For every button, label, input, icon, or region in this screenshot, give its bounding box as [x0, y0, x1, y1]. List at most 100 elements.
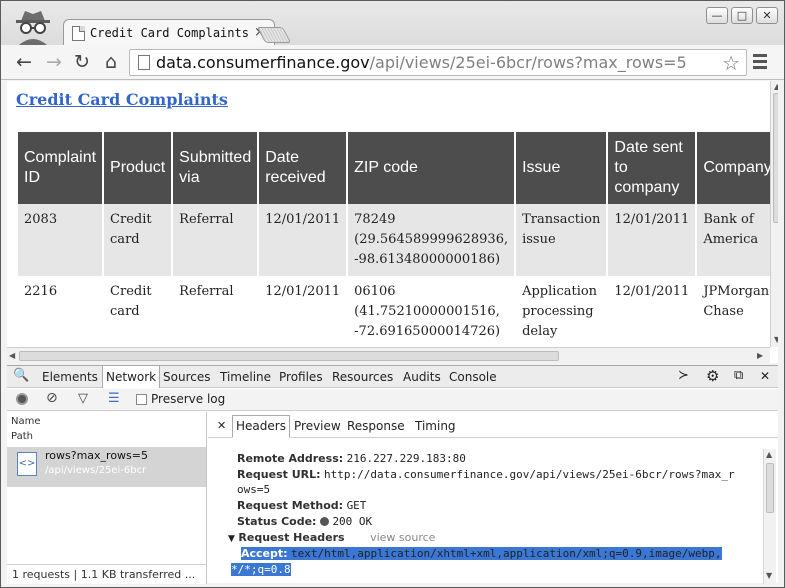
page-vertical-scrollbar[interactable]: ▲ ▼ — [770, 81, 778, 347]
url-text[interactable]: data.consumerfinance.gov/api/views/25ei-… — [156, 53, 687, 72]
page-horizontal-scrollbar[interactable]: ◀ ▶ — [7, 347, 770, 363]
menu-icon[interactable] — [753, 54, 767, 72]
column-header: Issue — [516, 132, 607, 204]
bookmark-star-icon[interactable]: ☆ — [722, 51, 740, 75]
complaints-table: Complaint ID Product Submitted via Date … — [16, 132, 778, 348]
devtools-tabbar: 🔍 Elements Network Sources Timeline Prof… — [7, 366, 778, 388]
column-header: ZIP code — [348, 132, 515, 204]
tab-profiles[interactable]: Profiles — [279, 370, 323, 384]
table-cell: 2216 — [18, 276, 103, 348]
column-header: Product — [104, 132, 172, 204]
request-details: ✕ Headers Preview Response Timing Remote… — [208, 412, 778, 584]
page-viewport: Credit Card Complaints Complaint ID Prod… — [7, 81, 778, 363]
table-cell: Credit card — [104, 204, 172, 276]
scroll-down-icon[interactable]: ▼ — [766, 571, 772, 580]
list-view-icon[interactable]: ☰ — [108, 391, 120, 406]
table-cell: Referral — [173, 276, 258, 348]
table-cell: 06106 (41.75210000001516, -72.6916500001… — [348, 276, 515, 348]
view-source-link[interactable]: view source — [370, 531, 435, 544]
tab-timeline[interactable]: Timeline — [220, 370, 271, 384]
tab-preview[interactable]: Preview — [294, 419, 341, 433]
tab-timing[interactable]: Timing — [415, 419, 456, 433]
column-header: Submitted via — [173, 132, 258, 204]
accept-header-line[interactable]: Accept: text/html,application/xhtml+xml,… — [241, 547, 722, 560]
clear-icon[interactable]: ⊘ — [46, 390, 58, 406]
dock-icon[interactable]: ⧉ — [734, 368, 743, 383]
reload-icon[interactable]: ↻ — [69, 50, 95, 74]
tab-sources[interactable]: Sources — [163, 370, 210, 384]
table-cell: 12/01/2011 — [259, 276, 347, 348]
status-code-line: Status Code: 200 OK — [237, 515, 373, 528]
maximize-button[interactable]: □ — [731, 7, 753, 24]
column-header: Complaint ID — [18, 132, 103, 204]
request-row[interactable]: <> rows?max_rows=5 /api/views/25ei-6bcr — [7, 447, 206, 487]
close-devtools-icon[interactable]: ✕ — [760, 369, 770, 383]
tab-strip: Credit Card Complaints × — □ ✕ — [1, 1, 784, 47]
name-column-header[interactable]: Name — [11, 414, 41, 429]
request-headers-section[interactable]: ▼ Request Headers view source — [228, 531, 435, 544]
column-header: Date sent to company — [608, 132, 696, 204]
status-dot-icon — [319, 517, 329, 526]
vertical-scroll-thumb[interactable] — [773, 93, 778, 223]
incognito-icon — [16, 11, 50, 45]
close-details-icon[interactable]: ✕ — [217, 419, 226, 432]
page-title[interactable]: Credit Card Complaints — [16, 90, 228, 109]
request-name: rows?max_rows=5 — [45, 449, 148, 462]
details-scrollbar[interactable]: ▲ ▼ — [763, 449, 776, 584]
browser-window: Credit Card Complaints × — □ ✕ ← → ↻ ⌂ d… — [0, 0, 785, 588]
home-icon[interactable]: ⌂ — [98, 50, 124, 74]
back-icon[interactable]: ← — [11, 50, 37, 74]
tab-title: Credit Card Complaints — [90, 26, 248, 40]
triangle-down-icon: ▼ — [228, 534, 235, 544]
address-bar[interactable]: data.consumerfinance.gov/api/views/25ei-… — [129, 49, 747, 76]
tab-network[interactable]: Network — [102, 366, 161, 388]
forward-icon[interactable]: → — [41, 50, 67, 74]
column-header: Company — [697, 132, 778, 204]
settings-gear-icon[interactable]: ⚙ — [706, 367, 719, 385]
devtools-panel: 🔍 Elements Network Sources Timeline Prof… — [7, 365, 778, 584]
page-favicon — [72, 26, 85, 41]
column-header: Date received — [259, 132, 347, 204]
table-cell: JPMorgan Chase — [697, 276, 778, 348]
record-icon[interactable] — [16, 393, 28, 405]
close-window-button[interactable]: ✕ — [756, 7, 778, 24]
accept-header-wrap[interactable]: */*;q=0.8 — [231, 563, 291, 576]
tab-elements[interactable]: Elements — [42, 370, 98, 384]
request-method-line: Request Method: GET — [237, 499, 367, 512]
console-drawer-icon[interactable]: ≻ — [678, 368, 689, 383]
request-url-line: Request URL: http://data.consumerfinance… — [237, 468, 735, 481]
browser-toolbar: ← → ↻ ⌂ data.consumerfinance.gov/api/vie… — [1, 45, 784, 80]
scroll-right-icon[interactable]: ▶ — [757, 351, 763, 360]
scroll-up-icon[interactable]: ▲ — [774, 82, 778, 91]
network-summary: 1 requests | 1.1 KB transferred ... — [7, 564, 206, 584]
tab-audits[interactable]: Audits — [403, 370, 441, 384]
preserve-log-checkbox[interactable] — [136, 394, 147, 405]
table-cell: Transaction issue — [516, 204, 607, 276]
document-icon: <> — [17, 452, 37, 476]
tab-response[interactable]: Response — [347, 419, 405, 433]
tab-resources[interactable]: Resources — [332, 370, 393, 384]
preserve-log-label: Preserve log — [151, 392, 226, 406]
table-cell: Bank of America — [697, 204, 778, 276]
table-row: 2216 Credit card Referral 12/01/2011 061… — [18, 276, 778, 348]
scroll-up-icon[interactable]: ▲ — [766, 450, 772, 459]
minimize-button[interactable]: — — [706, 7, 728, 24]
tab-console[interactable]: Console — [449, 370, 497, 384]
table-cell: 12/01/2011 — [608, 204, 696, 276]
tab-headers[interactable]: Headers — [232, 415, 290, 438]
scroll-down-icon[interactable]: ▼ — [774, 335, 778, 344]
request-path: /api/views/25ei-6bcr — [45, 465, 147, 476]
inspect-search-icon[interactable]: 🔍 — [13, 368, 29, 383]
table-cell: 78249 (29.564589999628936, -98.613480000… — [348, 204, 515, 276]
network-toolbar: ⊘ ▽ ☰ Preserve log — [7, 389, 778, 411]
details-scroll-thumb[interactable] — [766, 463, 774, 513]
request-list: Name Path <> rows?max_rows=5 /api/views/… — [7, 412, 207, 584]
tab-credit-card-complaints[interactable]: Credit Card Complaints × — [63, 19, 275, 47]
list-header: Name Path — [11, 414, 41, 444]
path-column-header[interactable]: Path — [11, 429, 41, 444]
table-row: 2083 Credit card Referral 12/01/2011 782… — [18, 204, 778, 276]
scroll-left-icon[interactable]: ◀ — [9, 351, 15, 360]
horizontal-scroll-thumb[interactable] — [19, 351, 559, 361]
filter-icon[interactable]: ▽ — [78, 391, 88, 406]
page-icon — [138, 55, 150, 70]
